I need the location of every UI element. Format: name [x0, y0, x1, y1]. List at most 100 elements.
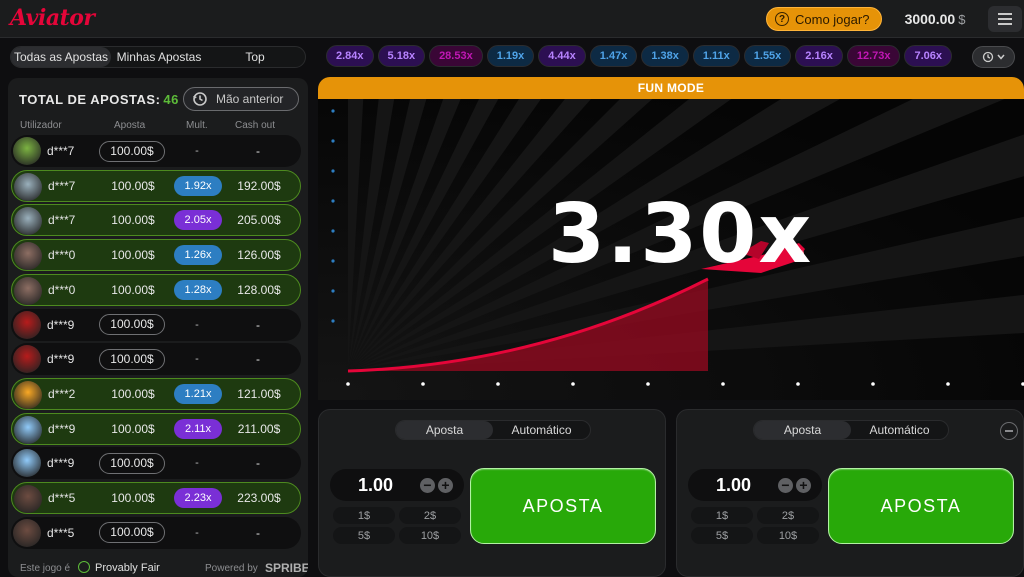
quick-amount-10[interactable]: 10$ [399, 527, 461, 544]
history-multiplier[interactable]: 1.38x [641, 45, 689, 67]
tab-auto[interactable]: Automático [851, 421, 948, 439]
history-icon [193, 92, 207, 106]
y-axis-dot [331, 139, 335, 143]
minus-icon [1005, 430, 1013, 432]
bet-amount-value: 1.00 [358, 474, 394, 495]
bet-user: d***9 [47, 456, 75, 471]
history-toggle-button[interactable] [972, 46, 1015, 68]
quick-amount-1[interactable]: 1$ [691, 507, 753, 524]
bet-cashout: 126.00$ [237, 248, 281, 263]
spribe-logo: SPRIBE [265, 561, 308, 575]
history-multiplier[interactable]: 12.73x [846, 45, 901, 67]
tab-auto[interactable]: Automático [493, 421, 590, 439]
history-multiplier[interactable]: 1.47x [589, 45, 638, 67]
avatar [13, 310, 41, 339]
history-multiplier[interactable]: 7.06x [904, 45, 953, 67]
quick-amount-5[interactable]: 5$ [333, 527, 395, 544]
history-multiplier[interactable]: 28.53x [429, 45, 483, 67]
y-axis-dot [331, 319, 335, 323]
bet-row: d***9 100.00$ - - [11, 343, 301, 376]
bet-multiplier: 1.21x [174, 383, 222, 404]
y-axis-dot [331, 259, 335, 263]
bet-stake: 100.00$ [111, 491, 155, 505]
x-axis-dot [796, 382, 800, 386]
bet-user: d***7 [48, 213, 76, 228]
bet-row: d***9 100.00$ 2.11x 211.00$ [11, 412, 301, 445]
current-multiplier: 3.30x [548, 187, 814, 282]
quick-amount-1[interactable]: 1$ [333, 507, 395, 524]
x-axis-dot [871, 382, 875, 386]
bet-user: d***9 [47, 317, 75, 332]
avatar [13, 345, 41, 374]
bet-cashout: - [256, 525, 260, 540]
bet-panel-2: Aposta Automático 1.00 − + 1$ 2$ 5$ 10$ … [676, 409, 1024, 577]
powered-by-label: Powered by [205, 563, 258, 574]
provably-fair-icon [78, 561, 90, 573]
avatar [14, 380, 42, 409]
tab-bet[interactable]: Aposta [396, 421, 493, 439]
quick-amount-2[interactable]: 2$ [399, 507, 461, 524]
tab-all-bets[interactable]: Todas as Apostas [11, 47, 111, 67]
x-axis-dot [946, 382, 950, 386]
bet-user: d***9 [47, 352, 75, 367]
history-multiplier[interactable]: 4.44x [538, 45, 586, 67]
increase-amount-button[interactable]: + [796, 477, 811, 493]
history-multiplier[interactable]: 1.19x [486, 45, 535, 67]
column-header-mult: Mult. [186, 120, 208, 131]
tab-my-bets[interactable]: Minhas Apostas [111, 47, 207, 67]
tab-top[interactable]: Top [207, 47, 303, 67]
x-axis-dot [496, 382, 500, 386]
previous-hand-button[interactable]: Mão anterior [183, 87, 299, 111]
place-bet-button[interactable]: APOSTA [470, 468, 656, 544]
bet-row: d***9 100.00$ - - [11, 447, 301, 480]
history-multiplier[interactable]: 2.16x [795, 45, 843, 67]
x-axis-dot [646, 382, 650, 386]
history-multiplier[interactable]: 5.18x [377, 45, 426, 67]
bet-user: d***5 [47, 525, 75, 540]
bet-amount-input[interactable]: 1.00 − + [688, 469, 822, 501]
x-axis-dot [346, 382, 350, 386]
history-multiplier[interactable]: 1.11x [692, 45, 740, 67]
bet-row: d***9 100.00$ - - [11, 308, 301, 341]
bet-amount-input[interactable]: 1.00 − + [330, 469, 464, 501]
quick-amount-2[interactable]: 2$ [757, 507, 819, 524]
bet-row: d***7 100.00$ 1.92x 192.00$ [11, 169, 301, 202]
bet-stake: 100.00$ [99, 522, 165, 544]
quick-amount-10[interactable]: 10$ [757, 527, 819, 544]
bet-user: d***7 [48, 178, 76, 193]
increase-amount-button[interactable]: + [438, 477, 453, 493]
history-multiplier[interactable]: 2.84x [326, 45, 374, 67]
bet-row: d***0 100.00$ 1.26x 126.00$ [11, 239, 301, 272]
bet-cashout: 211.00$ [237, 421, 281, 436]
y-axis-dot [331, 109, 335, 113]
bet-user: d***7 [47, 144, 75, 158]
how-to-play-button[interactable]: ? Como jogar? [766, 7, 882, 31]
avatar [13, 518, 41, 547]
quick-amount-5[interactable]: 5$ [691, 527, 753, 544]
fun-mode-banner: FUN MODE [318, 77, 1024, 99]
remove-panel-button[interactable] [1000, 422, 1018, 440]
game-canvas: FUN MODE 3.30x [318, 77, 1024, 400]
bet-cashout: 205.00$ [237, 213, 281, 228]
bet-multiplier: - [195, 526, 199, 539]
tab-bet[interactable]: Aposta [754, 421, 851, 439]
aviator-logo: Aviator [10, 5, 95, 31]
bet-multiplier: 2.23x [174, 488, 222, 508]
column-header-cashout: Cash out [235, 120, 276, 131]
history-multiplier[interactable]: 1.55x [743, 45, 792, 67]
column-header-bet: Aposta [114, 120, 146, 131]
footer-this-game-is: Este jogo é [20, 563, 71, 574]
bets-tabs: Todas as Apostas Minhas Apostas Top [10, 46, 306, 68]
bet-cashout: - [256, 144, 260, 158]
menu-button[interactable] [988, 6, 1022, 32]
bets-footer: Este jogo é Provably Fair Powered by SPR… [8, 561, 308, 577]
decrease-amount-button[interactable]: − [778, 477, 793, 493]
hamburger-icon-line [998, 18, 1012, 20]
bet-mode-switch: Aposta Automático [395, 420, 591, 440]
bet-multiplier: 1.92x [174, 175, 222, 196]
bet-row: d***7 100.00$ - - [11, 135, 301, 167]
place-bet-button[interactable]: APOSTA [828, 468, 1014, 544]
decrease-amount-button[interactable]: − [420, 477, 435, 493]
provably-fair-link[interactable]: Provably Fair [95, 562, 160, 574]
total-bets-label: TOTAL DE APOSTAS: [19, 92, 161, 107]
